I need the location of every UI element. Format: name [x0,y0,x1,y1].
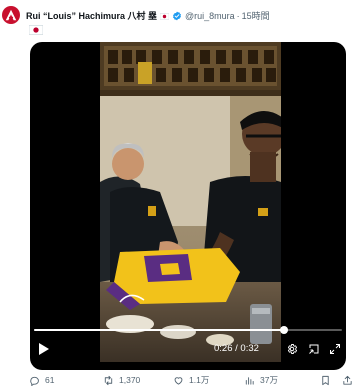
avatar[interactable] [2,6,20,24]
video-scrubber-handle[interactable] [280,326,289,334]
tweet-text [29,24,43,36]
picture-in-picture-button[interactable] [307,338,321,360]
japan-flag-emoji-icon [29,25,43,35]
video-time-readout: 0:26 / 0:32 [214,343,259,354]
video-player[interactable]: 0:26 / 0:32 [30,42,346,370]
post-time[interactable]: 15時間 [242,9,270,23]
video-duration: 0:32 [240,343,259,354]
like-button[interactable]: 1.1万 [173,372,209,388]
gear-icon [287,344,298,354]
video-frame[interactable] [100,42,281,362]
reply-count: 61 [45,375,55,385]
views-button[interactable]: 37万 [244,372,278,388]
video-thumbnail [100,42,281,362]
verified-badge-icon [172,11,182,21]
tweet-actions: 61 1,370 1.1万 37万 [29,372,356,388]
video-progress-bar[interactable] [34,326,342,334]
settings-button[interactable] [285,338,299,360]
bookmark-button[interactable] [320,372,331,388]
share-button[interactable] [342,372,353,388]
repost-icon [104,375,113,385]
reply-icon [30,376,39,386]
display-name[interactable]: Rui “Louis” Hachimura 八村 塁 [26,9,157,23]
user-handle[interactable]: @rui_8mura [185,9,235,23]
tweet-header: Rui “Louis” Hachimura 八村 塁 @rui_8mura · … [26,9,352,23]
picture-in-picture-icon [309,344,319,354]
reply-button[interactable]: 61 [29,372,54,388]
monogram-logo-icon [5,9,17,21]
play-button[interactable] [36,338,52,360]
video-current-time: 0:26 [214,343,233,354]
tweet-post: Rui “Louis” Hachimura 八村 塁 @rui_8mura · … [0,0,360,392]
japan-flag-icon [160,12,170,20]
repost-count: 1,370 [119,375,141,385]
separator-dot: · [236,11,240,21]
view-count: 37万 [260,375,278,385]
share-icon [343,375,352,385]
video-time-separator: / [235,343,238,354]
video-progress-fill [34,329,285,331]
play-icon [39,343,49,355]
fullscreen-button[interactable] [328,338,342,360]
expand-icon [330,344,340,354]
heart-icon [174,376,183,385]
like-count: 1.1万 [189,375,210,385]
views-chart-icon [245,376,254,385]
repost-button[interactable]: 1,370 [103,372,140,388]
bookmark-icon [322,375,329,385]
video-controls: 0:26 / 0:32 [30,338,346,360]
